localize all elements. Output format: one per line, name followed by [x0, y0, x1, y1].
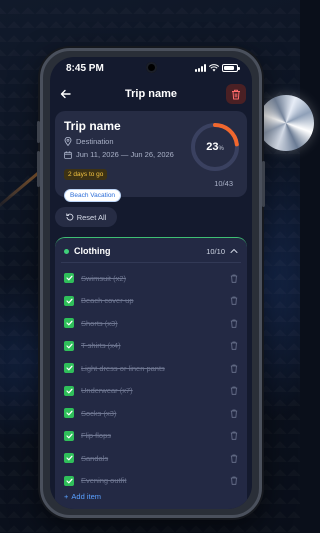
item-checkbox[interactable]: [64, 340, 74, 351]
item-label: Shorts (x3): [81, 318, 118, 328]
category-header[interactable]: Clothing 10/10: [55, 238, 247, 262]
check-icon: [65, 433, 73, 439]
check-icon: [65, 478, 73, 484]
category-count: 10/10: [206, 246, 225, 256]
check-icon: [65, 365, 73, 371]
location-pin-icon: [64, 137, 72, 146]
trash-icon[interactable]: [230, 341, 238, 350]
phone-side-button: [37, 151, 40, 187]
category-dot: [64, 248, 69, 254]
trash-icon[interactable]: [230, 409, 238, 418]
progress-unit: %: [218, 145, 224, 152]
trash-icon[interactable]: [230, 364, 238, 373]
front-camera: [146, 62, 157, 73]
wifi-icon: [209, 64, 219, 72]
list-item: Beach cover-up: [55, 290, 247, 313]
trip-type-tag[interactable]: Beach Vacation: [64, 189, 122, 202]
check-icon: [65, 275, 73, 281]
trash-icon[interactable]: [230, 386, 238, 395]
delete-trip-button[interactable]: [226, 84, 246, 104]
diamond-decoration: [258, 95, 314, 151]
item-label: Sandals: [81, 453, 109, 463]
progress-percent: 23%: [189, 121, 241, 173]
list-item: Swimsuit (x2): [55, 267, 247, 290]
arrow-left-icon: [60, 89, 71, 99]
back-button[interactable]: [56, 85, 74, 103]
item-label: Evening outfit: [81, 476, 127, 486]
app-screen: 8:45 PM Trip name Trip name Destination …: [50, 57, 252, 509]
list-item: Sandals: [55, 447, 247, 470]
add-item-label: Add item: [71, 492, 101, 501]
item-label: Socks (x3): [81, 408, 117, 418]
trash-icon[interactable]: [230, 454, 238, 463]
progress-value: 23: [206, 141, 219, 153]
check-icon: [65, 298, 73, 304]
item-checkbox[interactable]: [64, 363, 74, 374]
countdown-badge: 2 days to go: [64, 169, 108, 180]
packing-progress-ring: 23%: [189, 121, 241, 173]
list-item: T-shirts (x4): [55, 335, 247, 358]
phone-side-button: [37, 121, 40, 143]
check-icon: [65, 388, 73, 394]
trip-dates: Jun 11, 2026 — Jun 26, 2026: [76, 150, 174, 159]
list-item: Shorts (x3): [55, 312, 247, 335]
trip-summary-card: Trip name Destination Jun 11, 2026 — Jun…: [55, 111, 247, 202]
item-checkbox[interactable]: [64, 453, 74, 464]
trash-icon[interactable]: [230, 319, 238, 328]
item-label: Flip flops: [81, 431, 112, 441]
status-time: 8:45 PM: [66, 62, 104, 74]
add-item-button[interactable]: + Add item: [55, 492, 247, 501]
battery-icon: [222, 64, 240, 72]
trip-destination: Destination: [76, 137, 114, 146]
phone-frame: 8:45 PM Trip name Trip name Destination …: [37, 48, 265, 518]
chevron-up-icon[interactable]: [230, 248, 238, 254]
app-header: Trip name: [50, 81, 252, 107]
list-item: Socks (x3): [55, 402, 247, 425]
page-title: Trip name: [125, 88, 177, 100]
trash-icon[interactable]: [230, 431, 238, 440]
plus-icon: +: [64, 492, 69, 501]
item-checkbox[interactable]: [64, 408, 74, 419]
category-name: Clothing: [74, 246, 111, 256]
packed-count: 10/43: [214, 179, 233, 188]
check-icon: [65, 320, 73, 326]
item-checkbox[interactable]: [64, 318, 74, 329]
check-icon: [65, 343, 73, 349]
category-card-clothing: Clothing 10/10 Swimsuit (x2) Beach cover…: [55, 237, 247, 509]
list-item: Flip flops: [55, 425, 247, 448]
status-icons: [195, 64, 240, 72]
check-icon: [65, 410, 73, 416]
list-item: Underwear (x7): [55, 380, 247, 403]
list-item: Light dress or linen pants: [55, 357, 247, 380]
reset-icon: [66, 213, 74, 221]
item-label: Underwear (x7): [81, 386, 133, 396]
divider: [61, 262, 241, 263]
trash-icon: [232, 89, 240, 99]
check-icon: [65, 455, 73, 461]
item-label: Swimsuit (x2): [81, 273, 127, 283]
item-checkbox[interactable]: [64, 430, 74, 441]
item-label: Light dress or linen pants: [81, 363, 165, 373]
reset-all-label: Reset All: [76, 212, 107, 222]
phone-side-button: [262, 161, 265, 207]
trash-icon[interactable]: [230, 296, 238, 305]
item-checkbox[interactable]: [64, 475, 74, 486]
trash-icon[interactable]: [230, 274, 238, 283]
list-item: Evening outfit: [55, 470, 247, 493]
item-checkbox[interactable]: [64, 295, 74, 306]
trash-icon[interactable]: [230, 476, 238, 485]
item-label: Beach cover-up: [81, 296, 134, 306]
packing-item-list: Swimsuit (x2) Beach cover-up Shorts (x3)…: [55, 267, 247, 492]
calendar-icon: [64, 150, 72, 159]
item-checkbox[interactable]: [64, 385, 74, 396]
reset-all-button[interactable]: Reset All: [55, 207, 117, 227]
item-label: T-shirts (x4): [81, 341, 121, 351]
signal-icon: [195, 64, 206, 72]
item-checkbox[interactable]: [64, 273, 74, 284]
